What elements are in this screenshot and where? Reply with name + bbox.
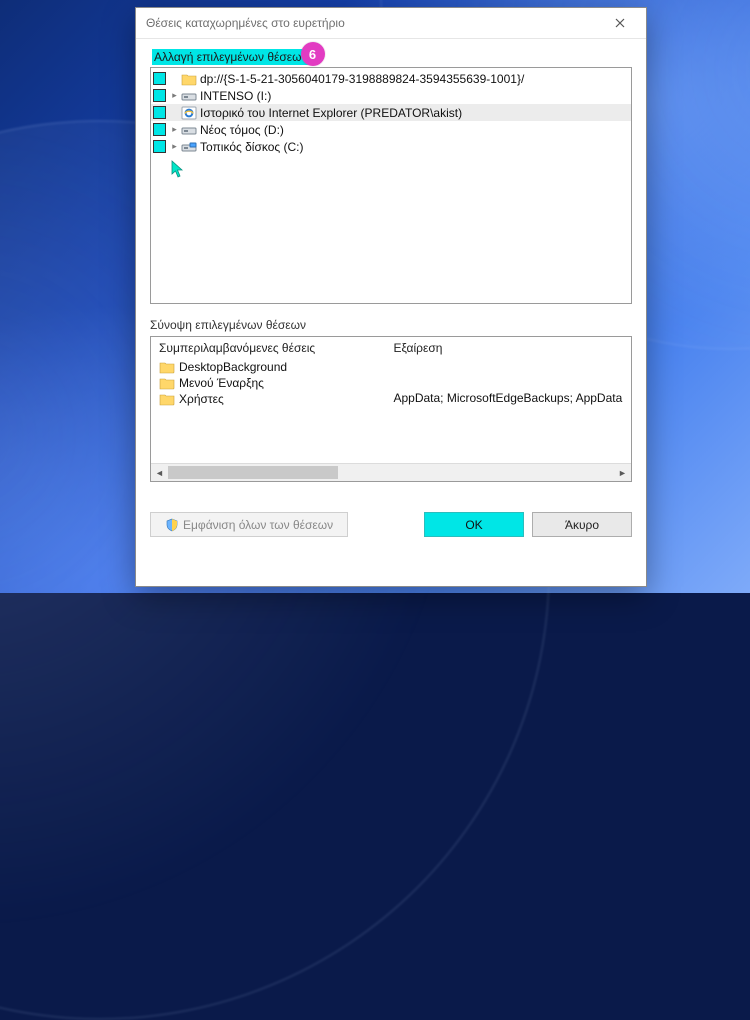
tree-checkbox[interactable] (153, 106, 166, 119)
folder-icon (159, 359, 175, 375)
show-all-label: Εμφάνιση όλων των θέσεων (183, 518, 333, 532)
tree-item-label: dp://{S-1-5-21-3056040179-3198889824-359… (198, 72, 526, 86)
shield-icon (165, 518, 179, 532)
dialog-content: Αλλαγή επιλεγμένων θέσεων 6 ▸ dp://{S-1-… (136, 39, 646, 586)
drive-icon (181, 88, 197, 104)
scroll-thumb[interactable] (168, 466, 338, 479)
tree-expander[interactable]: ▸ (169, 141, 180, 152)
included-header: Συμπεριλαμβανόμενες θέσεις (159, 341, 379, 355)
tree-expander[interactable]: ▸ (169, 90, 180, 101)
summary-panel: Συμπεριλαμβανόμενες θέσεις DesktopBackgr… (150, 336, 632, 482)
included-label: Μενού Έναρξης (179, 376, 264, 390)
titlebar: Θέσεις καταχωρημένες στο ευρετήριο (136, 8, 646, 39)
tree-row[interactable]: ▸ Ιστορικό του Internet Explorer (PREDAT… (151, 104, 631, 121)
tree-row[interactable]: ▸ dp://{S-1-5-21-3056040179-3198889824-3… (151, 70, 631, 87)
drive-c-icon (181, 139, 197, 155)
cancel-label: Άκυρο (565, 518, 599, 532)
tree-item-label: Ιστορικό του Internet Explorer (PREDATOR… (198, 106, 464, 120)
show-all-locations-button[interactable]: Εμφάνιση όλων των θέσεων (150, 512, 348, 537)
tree-checkbox[interactable] (153, 89, 166, 102)
summary-horizontal-scrollbar[interactable]: ◄ ► (151, 463, 631, 481)
tree-row[interactable]: ▸ INTENSO (I:) (151, 87, 631, 104)
locations-tree[interactable]: ▸ dp://{S-1-5-21-3056040179-3198889824-3… (151, 68, 631, 157)
excluded-line: AppData; MicrosoftEdgeBackups; AppData (393, 391, 625, 405)
drive-icon (181, 122, 197, 138)
tree-expander[interactable]: ▸ (169, 124, 180, 135)
included-item[interactable]: Χρήστες (159, 391, 379, 407)
tree-item-label: Τοπικός δίσκος (C:) (198, 140, 306, 154)
tree-row[interactable]: ▸ Νέος τόμος (D:) (151, 121, 631, 138)
folder-icon (159, 375, 175, 391)
included-label: DesktopBackground (179, 360, 287, 374)
tree-item-label: Νέος τόμος (D:) (198, 123, 286, 137)
dialog-button-row: Εμφάνιση όλων των θέσεων OK Άκυρο (150, 482, 632, 537)
summary-section-header: Σύνοψη επιλεγμένων θέσεων (150, 318, 632, 332)
folder-icon (181, 71, 197, 87)
tree-section-header: Αλλαγή επιλεγμένων θέσεων 6 (152, 49, 310, 65)
included-item[interactable]: DesktopBackground (159, 359, 379, 375)
cancel-button[interactable]: Άκυρο (532, 512, 632, 537)
mouse-cursor-icon (171, 160, 185, 178)
included-label: Χρήστες (179, 392, 224, 406)
ok-button[interactable]: OK (424, 512, 524, 537)
close-button[interactable] (600, 9, 640, 37)
tree-item-label: INTENSO (I:) (198, 89, 273, 103)
tree-row[interactable]: ▸ Τοπικός δίσκος (C:) (151, 138, 631, 155)
annotation-badge: 6 (301, 42, 325, 66)
tree-checkbox[interactable] (153, 72, 166, 85)
ie-icon (181, 105, 197, 121)
dialog-title: Θέσεις καταχωρημένες στο ευρετήριο (146, 16, 600, 30)
close-icon (615, 18, 625, 28)
scroll-left-arrow-icon[interactable]: ◄ (151, 464, 168, 481)
excluded-header: Εξαίρεση (393, 341, 625, 355)
tree-checkbox[interactable] (153, 140, 166, 153)
excluded-column: Εξαίρεση AppData; MicrosoftEdgeBackups; … (385, 337, 631, 463)
folder-icon (159, 391, 175, 407)
tree-section-label: Αλλαγή επιλεγμένων θέσεων (154, 50, 308, 64)
indexed-locations-dialog: Θέσεις καταχωρημένες στο ευρετήριο Αλλαγ… (135, 7, 647, 587)
included-column: Συμπεριλαμβανόμενες θέσεις DesktopBackgr… (151, 337, 385, 463)
ok-label: OK (465, 518, 482, 532)
scroll-right-arrow-icon[interactable]: ► (614, 464, 631, 481)
included-item[interactable]: Μενού Έναρξης (159, 375, 379, 391)
locations-tree-panel: ▸ dp://{S-1-5-21-3056040179-3198889824-3… (150, 67, 632, 304)
tree-checkbox[interactable] (153, 123, 166, 136)
